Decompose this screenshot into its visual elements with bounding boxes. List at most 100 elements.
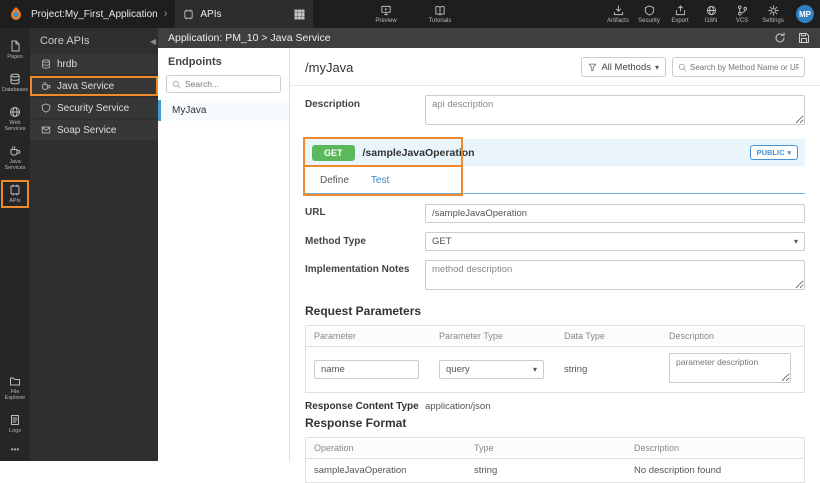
description-textarea[interactable]: api description: [425, 95, 805, 125]
breadcrumb: Application: PM_10 > Java Service: [168, 32, 331, 44]
parameter-description-textarea[interactable]: [669, 353, 791, 383]
app-header: Application: PM_10 > Java Service: [158, 28, 820, 48]
method-type-value: GET: [432, 236, 452, 247]
sidebar-title: Core APIs: [40, 35, 90, 47]
settings-button[interactable]: Settings: [759, 1, 787, 27]
parameter-name-input[interactable]: [314, 360, 419, 379]
sidebar-item-label: Soap Service: [57, 124, 117, 136]
search-icon: [172, 80, 181, 89]
collapse-sidebar-icon[interactable]: ◀: [150, 37, 156, 46]
service-title: /myJava: [305, 59, 354, 75]
artifacts-button[interactable]: Artifacts: [604, 1, 632, 27]
request-parameters-title: Request Parameters: [305, 304, 422, 318]
operation-card: GET /sampleJavaOperation PUBLIC ▾ Define…: [303, 137, 805, 196]
main-head: /myJava All Methods ▾: [290, 48, 820, 86]
endpoints-search-input[interactable]: [185, 79, 275, 89]
tab-define[interactable]: Define: [320, 175, 349, 193]
column-header: Description: [634, 443, 680, 453]
visibility-dropdown[interactable]: PUBLIC ▾: [749, 145, 798, 160]
endpoints-panel: Endpoints MyJava: [158, 48, 290, 461]
apis-tab[interactable]: APIs: [175, 0, 314, 28]
rail-label: APIs: [9, 198, 21, 204]
chevron-down-icon: ▾: [787, 149, 791, 157]
rail-label: Logs: [9, 428, 21, 434]
response-content-type-label: Response Content Type: [305, 401, 419, 412]
data-type-value: string: [564, 364, 588, 375]
vcs-label: VCS: [735, 17, 749, 24]
url-label: URL: [305, 207, 326, 218]
chevron-right-icon: ›: [163, 8, 168, 20]
endpoint-item-myjava[interactable]: MyJava: [158, 100, 289, 121]
preview-icon: [380, 5, 392, 16]
export-label: Export: [671, 17, 689, 24]
parameter-type-select[interactable]: query ▾: [439, 360, 544, 379]
implementation-notes-textarea[interactable]: method description: [425, 260, 805, 290]
operation-tabs: Define Test: [305, 166, 805, 194]
grid-icon[interactable]: [294, 8, 305, 20]
gear-icon: [767, 4, 779, 16]
endpoints-title: Endpoints: [168, 56, 222, 68]
save-icon[interactable]: [798, 32, 810, 44]
sidebar-item-soap-service[interactable]: Soap Service: [30, 120, 158, 140]
rail-label: Pages: [7, 54, 23, 60]
search-icon: [678, 63, 687, 72]
column-header: Parameter: [314, 331, 357, 341]
rail-label: Web Services: [4, 120, 26, 132]
project-name[interactable]: Project:My_First_Application: [31, 9, 158, 20]
column-header: Operation: [314, 443, 354, 453]
globe-icon: [706, 5, 717, 16]
method-search-input[interactable]: [690, 62, 799, 72]
column-header: Data Type: [564, 331, 605, 341]
preview-button[interactable]: Preview: [372, 1, 400, 27]
rail-label: Databases: [1, 87, 29, 93]
method-type-select[interactable]: GET ▾: [425, 232, 805, 251]
app-logo-icon[interactable]: [8, 6, 24, 22]
coffee-icon: [9, 145, 21, 157]
response-format-table: Operation Type Description sampleJavaOpe…: [305, 437, 805, 483]
response-content-type-value: application/json: [425, 401, 491, 412]
all-methods-label: All Methods: [601, 61, 651, 73]
chevron-down-icon: ▾: [654, 62, 659, 72]
operation-header[interactable]: GET /sampleJavaOperation PUBLIC ▾: [305, 139, 805, 166]
refresh-icon[interactable]: [774, 32, 786, 44]
all-methods-dropdown[interactable]: All Methods ▾: [581, 57, 666, 77]
vcs-button[interactable]: VCS: [728, 1, 756, 27]
endpoints-search: [166, 75, 281, 93]
artifacts-label: Artifacts: [607, 17, 629, 24]
apis-tab-label: APIs: [200, 8, 222, 20]
branch-icon: [737, 5, 748, 16]
i18n-button[interactable]: I18N: [697, 1, 725, 27]
chevron-down-icon: ▾: [793, 237, 798, 246]
export-icon: [675, 4, 686, 16]
url-input[interactable]: [425, 204, 805, 223]
sidebar-item-label: Security Service: [57, 102, 130, 114]
rail-item-more[interactable]: •••: [1, 443, 29, 457]
sidebar-item-java-service[interactable]: Java Service: [30, 76, 158, 96]
visibility-label: PUBLIC: [756, 148, 785, 157]
globe-icon: [9, 106, 21, 118]
security-button[interactable]: Security: [635, 1, 663, 27]
rail-item-file-explorer[interactable]: File Explorer: [1, 371, 29, 405]
rail-item-pages[interactable]: Pages: [1, 36, 29, 64]
rail-item-logs[interactable]: Logs: [1, 410, 29, 438]
topbar-center: Preview Tutorials: [372, 1, 454, 27]
rail-item-databases[interactable]: Databases: [1, 69, 29, 97]
user-avatar[interactable]: MP: [796, 5, 814, 23]
settings-label: Settings: [762, 17, 784, 24]
rail-item-apis[interactable]: APIs: [1, 180, 29, 208]
sidebar-item-security-service[interactable]: Security Service: [30, 98, 158, 118]
rail-label: Java Services: [4, 159, 26, 171]
folder-icon: [9, 375, 21, 387]
rail-item-web-services[interactable]: Web Services: [1, 102, 29, 136]
rail-label: File Explorer: [4, 389, 26, 401]
tutorials-button[interactable]: Tutorials: [426, 1, 454, 27]
tab-test[interactable]: Test: [371, 175, 389, 193]
table-row: query ▾ string: [306, 347, 804, 392]
export-button[interactable]: Export: [666, 1, 694, 27]
i18n-label: I18N: [704, 17, 718, 24]
method-badge[interactable]: GET: [312, 144, 355, 161]
description-label: Description: [305, 99, 361, 110]
sidebar-item-hrdb[interactable]: hrdb: [30, 54, 158, 74]
rail-item-java-services[interactable]: Java Services: [1, 141, 29, 175]
envelope-icon: [41, 125, 51, 135]
